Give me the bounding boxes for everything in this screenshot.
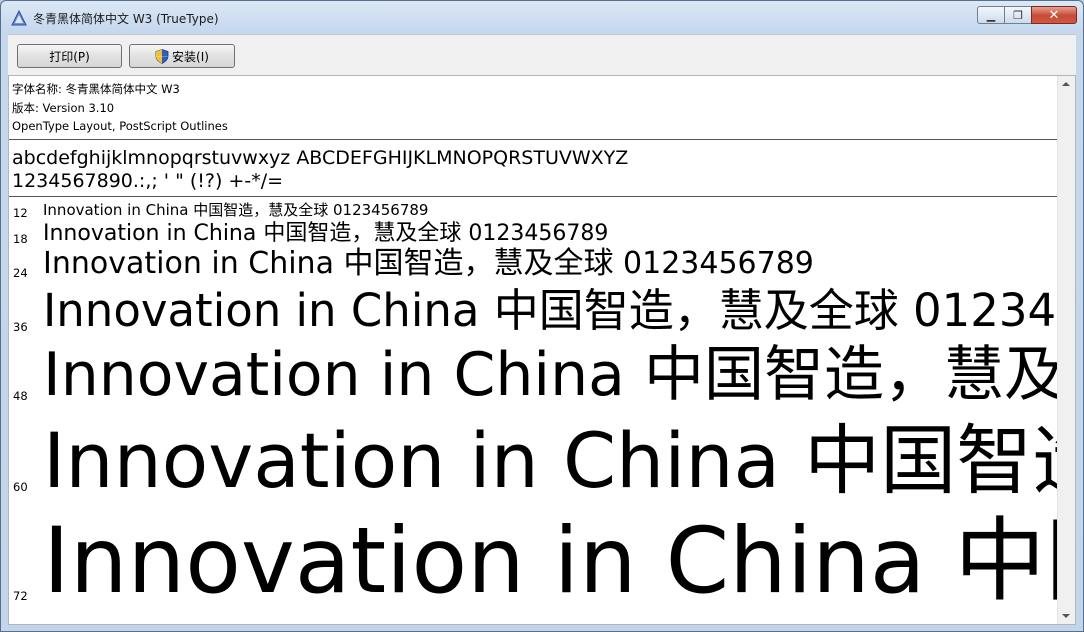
separator-line	[9, 139, 1058, 140]
scroll-down-icon[interactable]	[1062, 614, 1070, 618]
minimize-button[interactable]: ▁	[977, 6, 1004, 24]
sample-60: Innovation in China 中国智造，慧及全球 0123456789	[43, 416, 1058, 505]
format-info: OpenType Layout, PostScript Outlines	[12, 119, 228, 133]
font-preview-pane: 字体名称: 冬青黑体简体中文 W3 版本: Version 3.10 OpenT…	[8, 75, 1076, 625]
charset-letters: abcdefghijklmnopqrstuvwxyz ABCDEFGHIJKLM…	[12, 147, 629, 169]
size-label-48: 48	[13, 389, 28, 403]
close-icon: ✕	[1048, 7, 1060, 23]
maximize-button[interactable]: ❐	[1004, 6, 1031, 24]
vertical-scrollbar[interactable]	[1057, 76, 1075, 624]
separator-line	[9, 196, 1058, 197]
restore-icon: ❐	[1013, 8, 1023, 22]
sample-12: Innovation in China 中国智造，慧及全球 0123456789	[43, 201, 429, 219]
sample-18: Innovation in China 中国智造，慧及全球 0123456789	[43, 221, 609, 246]
close-button[interactable]: ✕	[1031, 6, 1077, 24]
install-button[interactable]: 安装(I)	[129, 44, 235, 68]
font-name-info: 字体名称: 冬青黑体简体中文 W3	[12, 82, 180, 96]
title-bar[interactable]: 冬青黑体简体中文 W3 (TrueType) ▁ ❐ ✕	[1, 1, 1083, 33]
toolbar: 打印(P) 安装(I)	[8, 34, 1076, 75]
preview-viewport: 字体名称: 冬青黑体简体中文 W3 版本: Version 3.10 OpenT…	[9, 76, 1058, 624]
version-info: 版本: Version 3.10	[12, 101, 115, 115]
size-label-36: 36	[13, 320, 28, 334]
font-app-icon	[11, 10, 27, 26]
scroll-up-icon[interactable]	[1062, 82, 1070, 86]
print-button-label: 打印(P)	[49, 49, 90, 64]
size-label-24: 24	[13, 266, 28, 280]
size-label-72: 72	[13, 589, 28, 603]
size-label-60: 60	[13, 480, 28, 494]
sample-48: Innovation in China 中国智造，慧及全球 0123456789	[43, 340, 1058, 410]
minimize-icon: ▁	[986, 8, 996, 22]
sample-36: Innovation in China 中国智造，慧及全球 0123456789	[43, 284, 1058, 337]
size-label-18: 18	[13, 232, 28, 246]
install-button-label: 安装(I)	[172, 49, 209, 64]
uac-shield-icon	[155, 48, 169, 64]
sample-72: Innovation in China 中国智造，慧及全球 0123456789	[43, 509, 1058, 614]
size-label-12: 12	[13, 206, 28, 220]
window-title: 冬青黑体简体中文 W3 (TrueType)	[33, 12, 219, 26]
font-viewer-window: 冬青黑体简体中文 W3 (TrueType) ▁ ❐ ✕ 打印(P) 安装(I)	[0, 0, 1084, 632]
charset-digits: 1234567890.:,; ' " (!?) +-*/=	[12, 170, 284, 192]
print-button[interactable]: 打印(P)	[17, 44, 122, 68]
caption-buttons: ▁ ❐ ✕	[977, 6, 1077, 26]
sample-24: Innovation in China 中国智造，慧及全球 0123456789	[43, 246, 814, 281]
